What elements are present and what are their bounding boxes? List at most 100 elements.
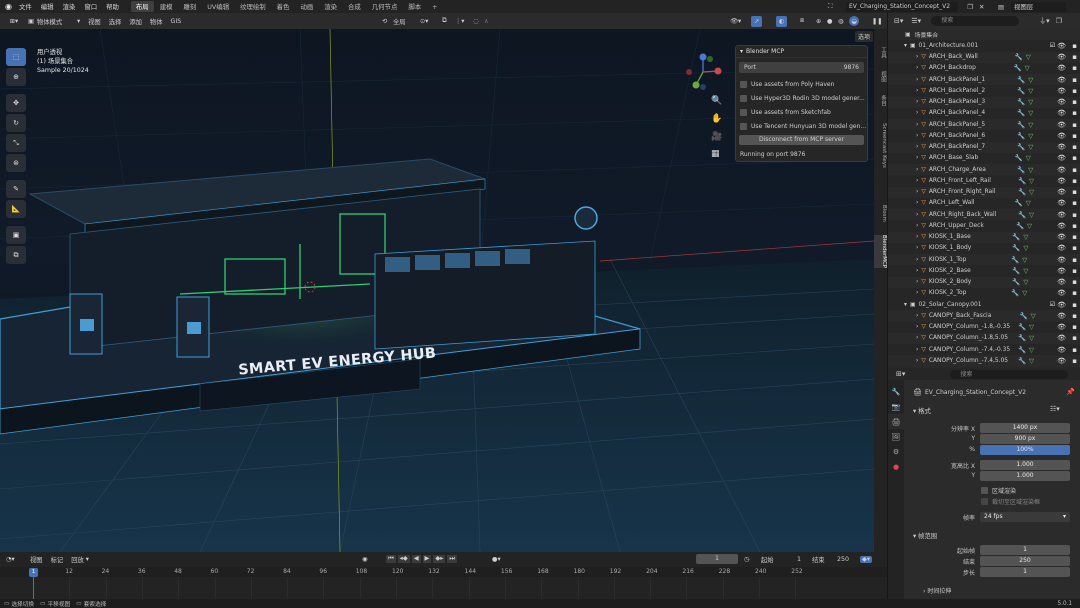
mesh-data-icon[interactable]: ▽ [1028, 166, 1033, 174]
camera-icon[interactable]: ▪ [1072, 87, 1077, 95]
eye-icon[interactable]: 👁 [1057, 244, 1066, 252]
workspace-tab-modeling[interactable]: 建模 [155, 1, 178, 12]
checkbox-icon[interactable]: ☑ [1050, 43, 1055, 49]
outliner-object-row[interactable]: › ▽ CANOPY_Back_Fascia 🔧 ▽ 👁 ▪ [888, 310, 1080, 322]
pan-hand-icon[interactable]: ✋ [711, 114, 722, 124]
eye-icon[interactable]: 👁 [1057, 346, 1066, 354]
camera-icon[interactable]: ▪ [1072, 244, 1077, 252]
workspace-tab-texture-paint[interactable]: 纹理绘制 [235, 1, 271, 12]
mesh-data-icon[interactable]: ▽ [1029, 334, 1034, 342]
shading-wireframe-icon[interactable]: ⊕ [816, 18, 821, 25]
disconnect-button[interactable]: Disconnect from MCP server [739, 135, 864, 145]
mesh-data-icon[interactable]: ▽ [1022, 289, 1027, 297]
expand-chevron-icon[interactable]: ▾ [904, 43, 907, 49]
eye-icon[interactable]: 👁 [1057, 267, 1066, 275]
modifier-wrench-icon[interactable]: 🔧 [1018, 334, 1026, 342]
mesh-data-icon[interactable]: ▽ [1028, 132, 1033, 140]
res-x-field[interactable]: 1400 px [980, 423, 1070, 433]
eye-icon[interactable]: 👁 [1057, 98, 1066, 106]
outliner-object-row[interactable]: › ▽ KIOSK_2_Body 🔧 ▽ 👁 ▪ [888, 276, 1080, 288]
workspace-tab-compositing[interactable]: 合成 [343, 1, 366, 12]
sidebar-tab-view[interactable]: 视图 [874, 71, 887, 82]
camera-icon[interactable]: ▪ [1072, 143, 1077, 151]
output-icon[interactable]: 🖨 [888, 414, 904, 429]
checkbox-icon[interactable]: ☑ [1050, 302, 1055, 308]
playhead[interactable]: 1 [29, 568, 38, 577]
camera-icon[interactable]: ▪ [1072, 334, 1077, 342]
expand-chevron-icon[interactable]: › [916, 324, 918, 330]
outliner-object-row[interactable]: › ▽ ARCH_BackPanel_4 🔧 ▽ 👁 ▪ [888, 107, 1080, 119]
overlay-toggle-icon[interactable]: ◐ [776, 15, 787, 27]
modifier-wrench-icon[interactable]: 🔧 [1018, 346, 1026, 354]
fps-dropdown[interactable]: 24 fps ▾ [980, 512, 1070, 522]
option-sketchfab[interactable]: Use assets from Sketchfab [736, 105, 867, 119]
expand-chevron-icon[interactable]: › [916, 245, 918, 251]
sidebar-tab-blosm[interactable]: Blosm [874, 205, 887, 222]
expand-chevron-icon[interactable]: › [916, 133, 918, 139]
outliner-object-row[interactable]: › ▽ KIOSK_1_Base 🔧 ▽ 👁 ▪ [888, 231, 1080, 243]
menu-help[interactable]: 帮助 [106, 2, 119, 11]
mesh-data-icon[interactable]: ▽ [1029, 188, 1034, 196]
eye-icon[interactable]: 👁 [1057, 357, 1066, 365]
outliner-object-row[interactable]: › ▽ CANOPY_Column_-1.8,-0.35 🔧 ▽ 👁 ▪ [888, 321, 1080, 333]
outliner-object-row[interactable]: › ▽ ARCH_Base_Slab 🔧 ▽ 👁 ▪ [888, 152, 1080, 164]
workspace-tab-sculpt[interactable]: 雕刻 [178, 1, 201, 12]
camera-icon[interactable]: ▪ [1072, 312, 1077, 320]
modifier-wrench-icon[interactable]: 🔧 [1017, 98, 1025, 106]
camera-icon[interactable]: ▪ [1072, 188, 1077, 196]
modifier-wrench-icon[interactable]: 🔧 [1016, 222, 1024, 230]
mesh-data-icon[interactable]: ▽ [1029, 211, 1034, 219]
expand-chevron-icon[interactable]: › [916, 257, 918, 263]
modifier-wrench-icon[interactable]: 🔧 [1012, 233, 1020, 241]
camera-view-icon[interactable]: 🎥 [711, 132, 722, 142]
modifier-wrench-icon[interactable]: 🔧 [1018, 357, 1026, 365]
pause-render-icon[interactable]: ❚❚ [872, 18, 883, 25]
outliner-object-row[interactable]: › ▽ KIOSK_2_Base 🔧 ▽ 👁 ▪ [888, 265, 1080, 277]
modifier-wrench-icon[interactable]: 🔧 [1018, 323, 1026, 331]
camera-icon[interactable]: ▪ [1072, 53, 1077, 61]
workspace-tab-uv[interactable]: UV编辑 [202, 1, 234, 12]
eye-icon[interactable]: 👁 [1057, 233, 1066, 241]
modifier-wrench-icon[interactable]: 🔧 [1014, 64, 1022, 72]
expand-chevron-icon[interactable]: › [916, 167, 918, 173]
checkbox[interactable] [981, 487, 988, 494]
modifier-wrench-icon[interactable]: 🔧 [1018, 177, 1026, 185]
camera-icon[interactable]: ▪ [1072, 121, 1077, 129]
view-layer-field[interactable]: 视图层 [1011, 1, 1066, 12]
frame-start-field[interactable]: 1 [980, 545, 1070, 555]
region-render-checkbox[interactable]: 区域渲染 [981, 486, 1016, 495]
workspace-tab-layout[interactable]: 布局 [130, 1, 154, 12]
mesh-data-icon[interactable]: ▽ [1029, 177, 1034, 185]
camera-icon[interactable]: ▪ [1072, 211, 1077, 219]
outliner-object-row[interactable]: › ▽ KIOSK_1_Top 🔧 ▽ 👁 ▪ [888, 254, 1080, 266]
modifier-wrench-icon[interactable]: 🔧 [1017, 166, 1025, 174]
timeline-editor-icon[interactable]: ◔▾ [6, 556, 24, 563]
camera-icon[interactable]: ▪ [1072, 76, 1077, 84]
modifier-wrench-icon[interactable]: 🔧 [1017, 121, 1025, 129]
snap-icon[interactable]: ⧉ [442, 17, 447, 25]
menu-edit[interactable]: 编辑 [41, 2, 54, 11]
outliner-object-row[interactable]: › ▽ CANOPY_Column_-7.4,5.05 🔧 ▽ 👁 ▪ [888, 355, 1080, 367]
expand-chevron-icon[interactable]: › [916, 290, 918, 296]
timeline-menu-playback[interactable]: 回放 [71, 555, 84, 564]
eye-icon[interactable]: 👁 [1057, 211, 1066, 219]
expand-chevron-icon[interactable]: › [916, 358, 918, 364]
eye-icon[interactable]: 👁 [1057, 278, 1066, 286]
eye-icon[interactable]: 👁 [1057, 53, 1066, 61]
mesh-data-icon[interactable]: ▽ [1028, 121, 1033, 129]
snap-target-icon[interactable]: ⋮▾ [455, 18, 464, 25]
option-hyper3d[interactable]: Use Hyper3D Rodin 3D model gener... [736, 91, 867, 105]
eye-icon[interactable]: 👁 [1057, 301, 1066, 309]
menu-window[interactable]: 窗口 [84, 2, 97, 11]
keying-icon[interactable]: ●▾ [492, 556, 501, 563]
sidebar-tab-item[interactable]: 条目 [874, 95, 887, 106]
outliner-object-row[interactable]: › ▽ ARCH_BackPanel_7 🔧 ▽ 👁 ▪ [888, 141, 1080, 153]
modifier-wrench-icon[interactable]: 🔧 [1017, 132, 1025, 140]
outliner-object-row[interactable]: › ▽ KIOSK_1_Body 🔧 ▽ 👁 ▪ [888, 242, 1080, 254]
eye-icon[interactable]: 👁 [1057, 87, 1066, 95]
outliner-object-row[interactable]: › ▽ ARCH_Backdrop 🔧 ▽ 👁 ▪ [888, 62, 1080, 74]
shading-rendered-icon[interactable]: ◒ [849, 16, 859, 26]
xray-icon[interactable]: ⧈ [800, 17, 804, 25]
falloff-icon[interactable]: ∧ [484, 18, 489, 25]
camera-icon[interactable]: ▪ [1072, 98, 1077, 106]
